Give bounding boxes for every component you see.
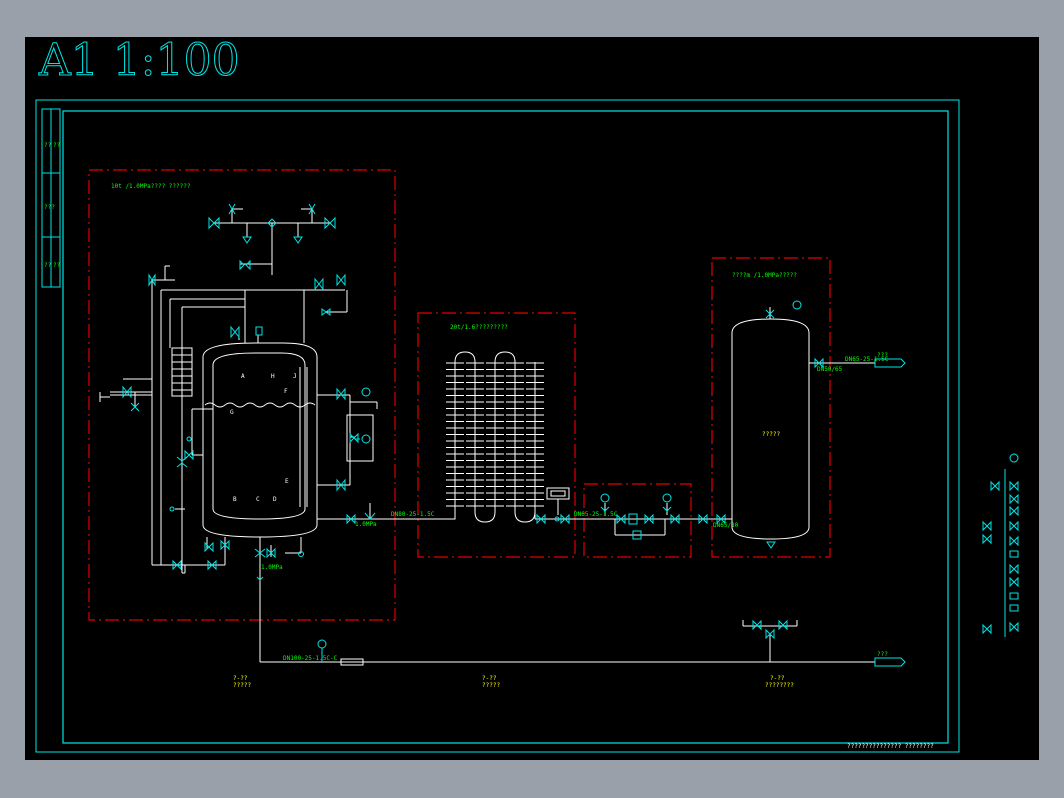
strip-label-1: ?? (44, 142, 52, 149)
strip-label-5: ?? (53, 262, 61, 269)
tank-boundary (711, 257, 831, 558)
note-2-bottom: ????? (482, 682, 500, 689)
boiler-steam-out-label: 1.0MPa (355, 521, 377, 528)
notes: ?-?? ????? ?-?? ????? ?-?? ???????? (233, 675, 794, 689)
title-block-text: ??????????????? ???????? (847, 743, 934, 750)
tank-center-label: ????? (762, 431, 780, 438)
nozzle-d: D (273, 496, 277, 503)
strip-label-4: ?? (44, 262, 52, 269)
outlet-top-arrow-label: ??? (877, 352, 888, 359)
nozzle-f: F (284, 388, 288, 395)
boiler-vessel (202, 342, 318, 538)
main-steam-label: DN80-25-1.5C (391, 511, 435, 518)
nozzle-g: G (230, 409, 234, 416)
note-1-bottom: ????? (233, 682, 251, 689)
bottom-main-fittings (317, 619, 906, 667)
left-revision-strip: ?? ?? ??? ?? ?? (41, 108, 61, 288)
scale-title: A1 1:100 (38, 37, 240, 86)
boiler-room-label: 10t /1.0MPa???? ?????? (111, 183, 191, 190)
filter-station-valves (536, 493, 726, 540)
note-3-top: ?-?? (770, 675, 785, 682)
nozzle-e: E (285, 478, 289, 485)
outlet-bottom-arrow-label: ??? (877, 651, 888, 658)
strip-label-3: ??? (44, 204, 55, 211)
cad-drawing: A1 1:100 ?? ?? ??? ?? ?? ???????????????… (35, 37, 1019, 753)
nozzle-b: B (233, 496, 237, 503)
bottom-main-piping (260, 620, 875, 666)
cooler-label: 20t/1.6????????? (450, 324, 508, 331)
boiler-room-piping (99, 208, 445, 662)
outer-sheet-border (35, 99, 960, 753)
cooler-out-label: DN65-25-1.5C (574, 511, 618, 518)
nozzle-a: A (241, 373, 245, 380)
tank-inlet-label: DN65/80 (713, 522, 739, 529)
tank-outlet-size-label: DN50/65 (817, 366, 843, 373)
boiler-down-label: 1.0MPa (261, 564, 283, 571)
symbol-legend (982, 453, 1019, 637)
note-2-top: ?-?? (482, 675, 497, 682)
tank-fittings (765, 300, 906, 549)
storage-tank (725, 307, 875, 540)
tank-label: ????m /1.0MPa????? (732, 272, 797, 279)
note-3-bottom: ???????? (765, 682, 794, 689)
strip-label-2: ?? (53, 142, 61, 149)
nozzle-h: H (271, 373, 275, 380)
nozzle-c: C (256, 496, 260, 503)
boiler-gauges (346, 387, 374, 462)
inner-sheet-border (62, 110, 949, 744)
nozzle-j: J (293, 373, 297, 380)
cad-drawing-viewport[interactable]: A1 1:100 ?? ?? ??? ?? ?? ???????????????… (25, 37, 1039, 760)
bottom-main-label: DN100-25-1.5C-C (283, 655, 338, 662)
note-1-top: ?-?? (233, 675, 248, 682)
